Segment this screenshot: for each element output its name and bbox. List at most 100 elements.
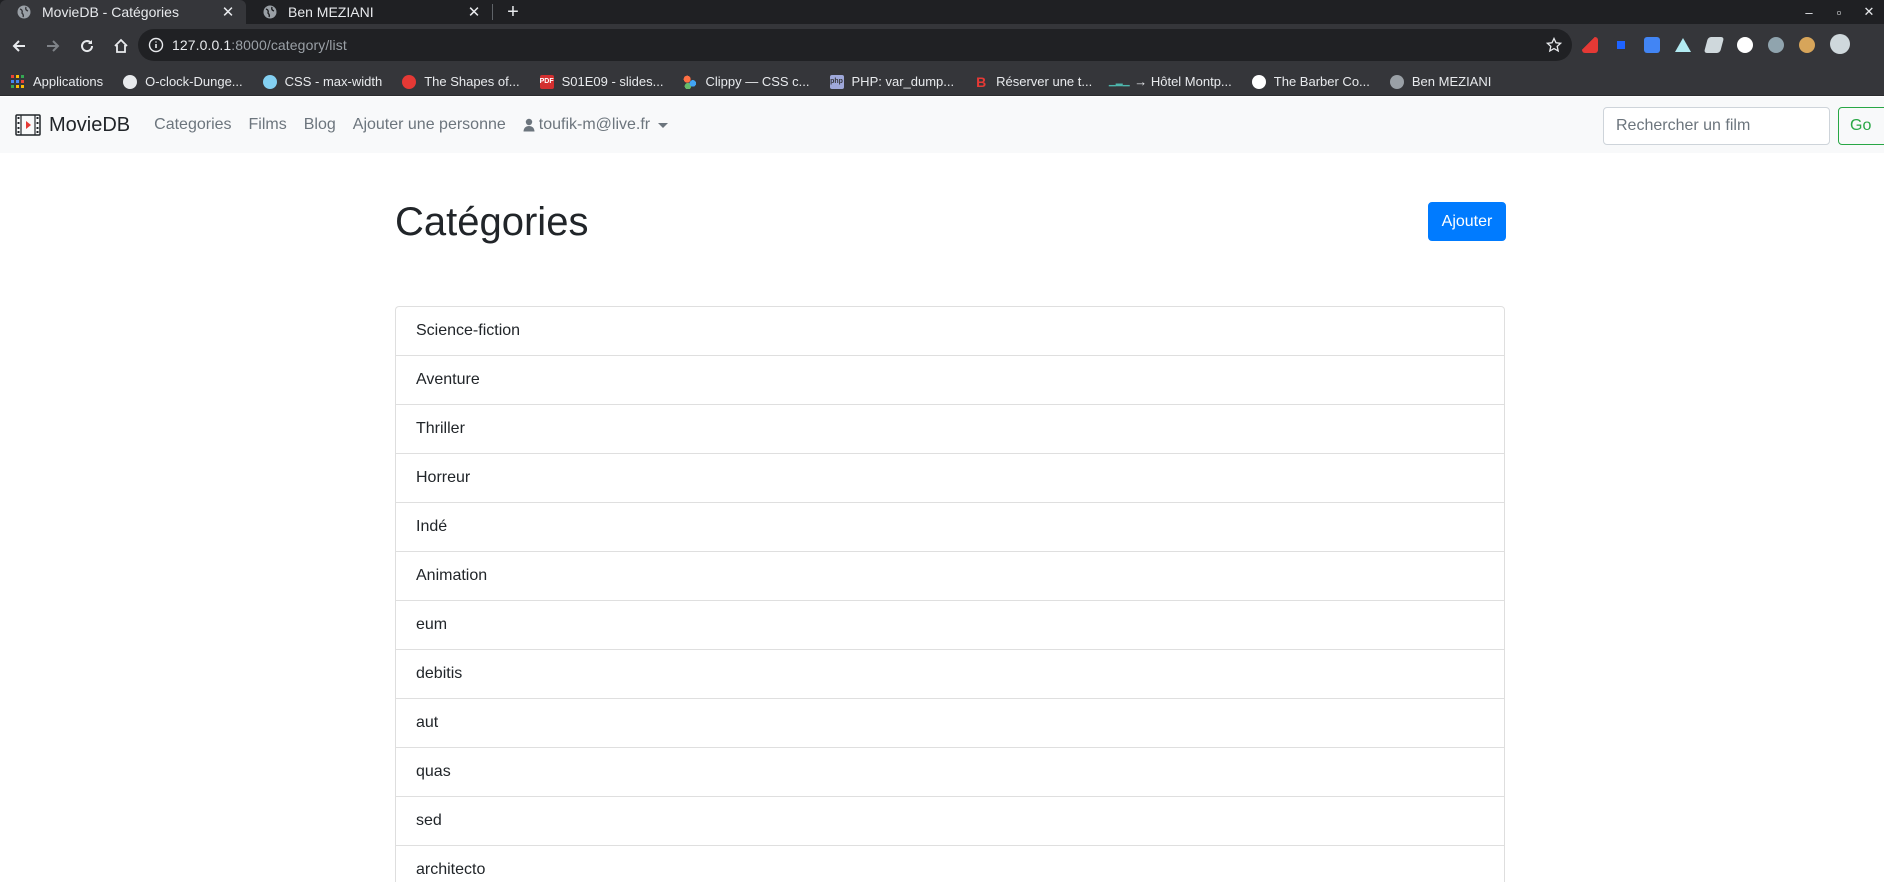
bookmark-label: The Shapes of... bbox=[424, 74, 520, 89]
php-icon: php bbox=[829, 74, 844, 89]
bookmark-label: CSS - max-width bbox=[284, 74, 383, 89]
brand-name: MovieDB bbox=[49, 113, 131, 136]
film-icon bbox=[15, 114, 41, 136]
bookmark-reserver[interactable]: B Réserver une t... bbox=[974, 73, 1093, 90]
extension-pen-icon[interactable] bbox=[1582, 37, 1598, 53]
extension-triangle-icon[interactable] bbox=[1675, 38, 1691, 52]
new-tab-button[interactable]: + bbox=[499, 0, 527, 24]
arrow-right-icon bbox=[47, 40, 60, 52]
address-bar[interactable]: 127.0.0.1:8000/category/list bbox=[138, 29, 1572, 61]
globe-icon bbox=[262, 4, 278, 20]
search-go-button[interactable]: Go bbox=[1838, 107, 1884, 145]
bookmark-label: S01E09 - slides... bbox=[561, 74, 664, 89]
home-icon bbox=[114, 38, 128, 53]
github-icon bbox=[123, 74, 138, 89]
shapes-icon bbox=[402, 74, 417, 89]
arrow-left-icon bbox=[12, 40, 25, 52]
browser-tab-strip: MovieDB - Catégories ✕ Ben MEZIANI ✕ + –… bbox=[0, 0, 1884, 24]
apps-grid-icon bbox=[11, 74, 25, 89]
category-item[interactable]: Horreur bbox=[396, 454, 1504, 503]
bookmark-barber[interactable]: The Barber Co... bbox=[1251, 74, 1370, 89]
nav-link-add-person[interactable]: Ajouter une personne bbox=[353, 116, 506, 134]
category-item[interactable]: Aventure bbox=[396, 356, 1504, 405]
b-icon: B bbox=[976, 73, 987, 90]
category-item[interactable]: quas bbox=[396, 748, 1504, 797]
extension-blue-square-icon[interactable] bbox=[1613, 37, 1629, 53]
extension-tag-icon[interactable] bbox=[1703, 37, 1725, 53]
bookmark-label: PHP: var_dump... bbox=[851, 74, 955, 89]
caret-down-icon bbox=[658, 122, 669, 128]
extensions-area bbox=[1582, 34, 1865, 54]
mdn-icon bbox=[262, 74, 277, 89]
bookmark-applications[interactable]: Applications bbox=[11, 74, 103, 89]
hotel-icon: ▁▂▁ bbox=[1108, 76, 1130, 86]
clippy-icon bbox=[683, 74, 698, 89]
bookmark-star-icon[interactable] bbox=[1546, 37, 1562, 53]
category-item[interactable]: Indé bbox=[396, 503, 1504, 552]
bookmark-label: The Barber Co... bbox=[1273, 74, 1370, 89]
globe-icon bbox=[1389, 74, 1404, 89]
bookmark-hotel[interactable]: ▁▂▁ → Hôtel Montp... bbox=[1108, 74, 1232, 89]
nav-links: Categories Films Blog Ajouter une person… bbox=[154, 116, 669, 134]
window-controls: – ▫ ✕ bbox=[1794, 0, 1884, 24]
browser-tab[interactable]: Ben MEZIANI ✕ bbox=[246, 0, 492, 24]
category-item[interactable]: sed bbox=[396, 797, 1504, 846]
bookmark-label: → Hôtel Montp... bbox=[1134, 74, 1232, 89]
bookmark-label: Applications bbox=[33, 74, 104, 89]
nav-link-blog[interactable]: Blog bbox=[304, 116, 336, 134]
extension-cookie-icon[interactable] bbox=[1799, 37, 1815, 53]
extension-shield-icon[interactable] bbox=[1644, 37, 1660, 53]
extension-circle-icon[interactable] bbox=[1737, 37, 1753, 53]
bookmark-shapes[interactable]: The Shapes of... bbox=[402, 74, 520, 89]
nav-link-categories[interactable]: Categories bbox=[154, 116, 231, 134]
bookmark-php[interactable]: php PHP: var_dump... bbox=[829, 74, 955, 89]
bookmark-label: Ben MEZIANI bbox=[1411, 74, 1492, 89]
bookmark-css-max-width[interactable]: CSS - max-width bbox=[262, 74, 383, 89]
reload-icon bbox=[81, 40, 94, 53]
category-item[interactable]: architecto bbox=[396, 846, 1504, 882]
extension-gear-icon[interactable] bbox=[1768, 37, 1784, 53]
tab-title: MovieDB - Catégories bbox=[42, 4, 179, 20]
user-email: toufik-m@live.fr bbox=[538, 116, 651, 133]
reload-button[interactable] bbox=[72, 31, 102, 61]
forward-button[interactable] bbox=[38, 31, 68, 61]
search-input[interactable] bbox=[1603, 107, 1830, 145]
category-item[interactable]: Animation bbox=[396, 552, 1504, 601]
browser-toolbar: 127.0.0.1:8000/category/list bbox=[0, 24, 1884, 68]
tab-separator bbox=[492, 4, 493, 20]
bookmarks-bar: Applications O-clock-Dunge... CSS - max-… bbox=[0, 68, 1884, 96]
browser-tab-active[interactable]: MovieDB - Catégories ✕ bbox=[0, 0, 246, 24]
category-item[interactable]: debitis bbox=[396, 650, 1504, 699]
pdf-icon: PDF bbox=[539, 74, 554, 89]
category-item[interactable]: aut bbox=[396, 699, 1504, 748]
close-window-button[interactable]: ✕ bbox=[1854, 0, 1884, 24]
tab-title: Ben MEZIANI bbox=[288, 4, 374, 20]
user-icon bbox=[523, 118, 535, 132]
globe-icon bbox=[16, 4, 32, 20]
category-list: Science-fiction Aventure Thriller Horreu… bbox=[395, 306, 1505, 882]
barber-icon bbox=[1251, 74, 1266, 89]
nav-link-films[interactable]: Films bbox=[249, 116, 287, 134]
home-button[interactable] bbox=[106, 31, 136, 61]
page-title: Catégories bbox=[395, 200, 589, 244]
category-item[interactable]: Science-fiction bbox=[396, 307, 1504, 356]
site-navbar: MovieDB Categories Films Blog Ajouter un… bbox=[0, 97, 1884, 153]
tab-close-icon[interactable]: ✕ bbox=[220, 4, 236, 21]
category-item[interactable]: Thriller bbox=[396, 405, 1504, 454]
add-category-button[interactable]: Ajouter bbox=[1428, 202, 1506, 241]
user-dropdown[interactable]: toufik-m@live.fr bbox=[523, 116, 669, 134]
maximize-button[interactable]: ▫ bbox=[1824, 0, 1854, 24]
category-item[interactable]: eum bbox=[396, 601, 1504, 650]
bookmark-slides[interactable]: PDF S01E09 - slides... bbox=[539, 74, 664, 89]
profile-avatar-icon[interactable] bbox=[1830, 34, 1850, 54]
back-button[interactable] bbox=[4, 31, 34, 61]
bookmark-label: Réserver une t... bbox=[996, 74, 1093, 89]
bookmark-label: O-clock-Dunge... bbox=[145, 74, 243, 89]
minimize-button[interactable]: – bbox=[1794, 0, 1824, 24]
url-text: 127.0.0.1:8000/category/list bbox=[172, 37, 347, 53]
brand-link[interactable]: MovieDB bbox=[15, 114, 130, 137]
bookmark-oclock[interactable]: O-clock-Dunge... bbox=[123, 74, 243, 89]
bookmark-ben-meziani[interactable]: Ben MEZIANI bbox=[1389, 74, 1492, 89]
tab-close-icon[interactable]: ✕ bbox=[466, 4, 482, 21]
bookmark-clippy[interactable]: Clippy — CSS c... bbox=[683, 74, 810, 89]
